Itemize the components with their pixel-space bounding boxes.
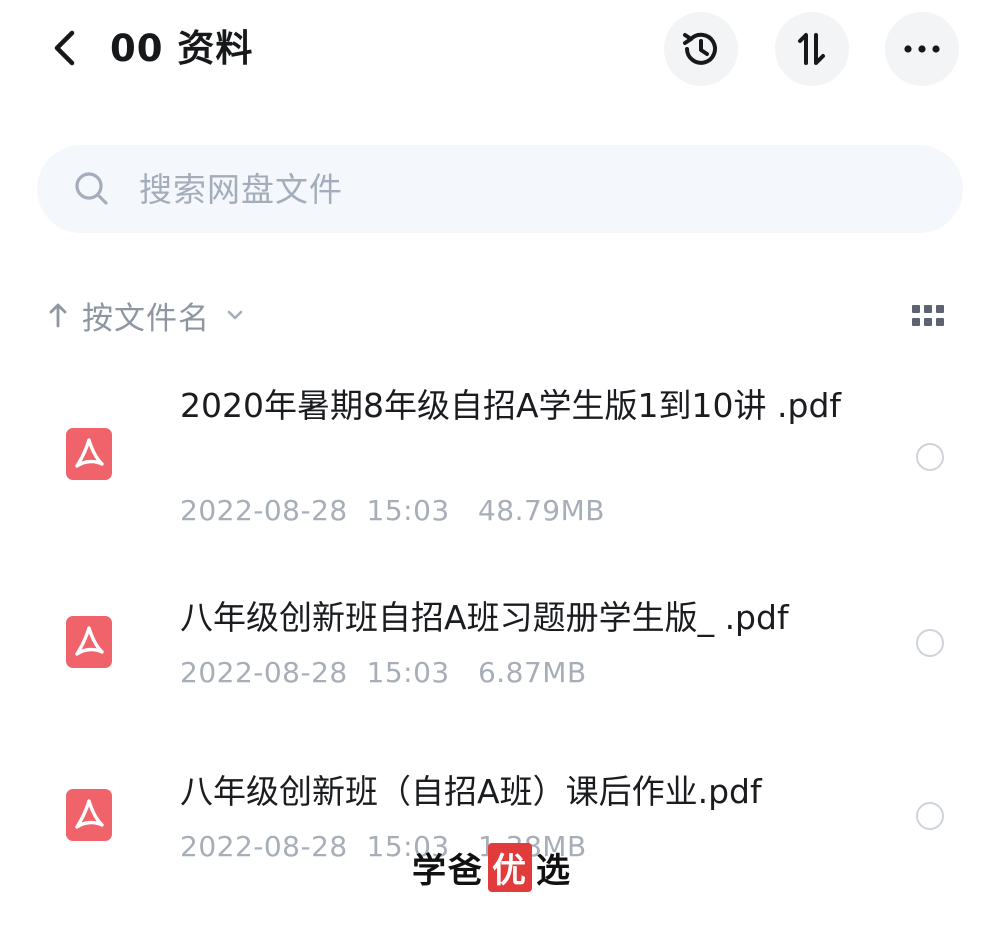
more-button[interactable] [885, 12, 959, 86]
sort-order-button[interactable] [775, 12, 849, 86]
history-icon [683, 32, 717, 65]
select-radio[interactable] [916, 802, 944, 830]
search-icon [75, 172, 108, 205]
back-button[interactable] [40, 24, 88, 72]
pdf-icon [66, 428, 112, 480]
search-input[interactable] [137, 168, 901, 210]
select-radio[interactable] [916, 443, 944, 471]
file-time: 15:03 [366, 494, 450, 527]
grid-icon[interactable] [910, 302, 946, 330]
file-date: 2022-08-28 [180, 494, 348, 527]
pdf-icon [66, 616, 112, 668]
file-meta: 2022-08-28 15:03 6.87MB [180, 656, 587, 689]
file-name: 八年级创新班自招A班习题册学生版_ .pdf [180, 598, 789, 637]
watermark: 学爸 优 选 [412, 842, 572, 892]
chevron-left-icon [54, 30, 75, 66]
file-name: 八年级创新班（自招A班）课后作业.pdf [180, 772, 762, 811]
more-icon [904, 45, 940, 53]
sort-selector[interactable]: 按文件名 [48, 290, 244, 340]
list-item[interactable]: 八年级创新班自招A班习题册学生版_ .pdf 2022-08-28 15:03 … [0, 590, 1000, 700]
file-meta: 2022-08-28 15:03 48.79MB [180, 494, 605, 527]
watermark-text-3: 选 [536, 850, 572, 891]
file-size: 48.79MB [477, 494, 605, 527]
sort-icon [798, 33, 825, 65]
page-title: 00 资料 [110, 27, 254, 70]
watermark-text-1: 学爸 [412, 850, 484, 891]
pdf-icon [66, 789, 112, 841]
list-item[interactable]: 2020年暑期8年级自招A学生版1到10讲 .pdf 2022-08-28 15… [0, 378, 1000, 548]
file-size: 6.87MB [477, 656, 587, 689]
select-radio[interactable] [916, 629, 944, 657]
top-bar: 00 资料 [0, 0, 1000, 100]
file-date: 2022-08-28 [180, 830, 348, 863]
sort-label: 按文件名 [82, 300, 210, 337]
file-date: 2022-08-28 [180, 656, 348, 689]
file-time: 15:03 [366, 656, 450, 689]
chevron-down-icon [227, 310, 243, 320]
file-name: 2020年暑期8年级自招A学生版1到10讲 .pdf [180, 386, 842, 425]
search-bar[interactable] [37, 145, 963, 233]
arrow-up-icon [49, 303, 67, 328]
watermark-text-2: 优 [488, 842, 532, 892]
history-button[interactable] [664, 12, 738, 86]
